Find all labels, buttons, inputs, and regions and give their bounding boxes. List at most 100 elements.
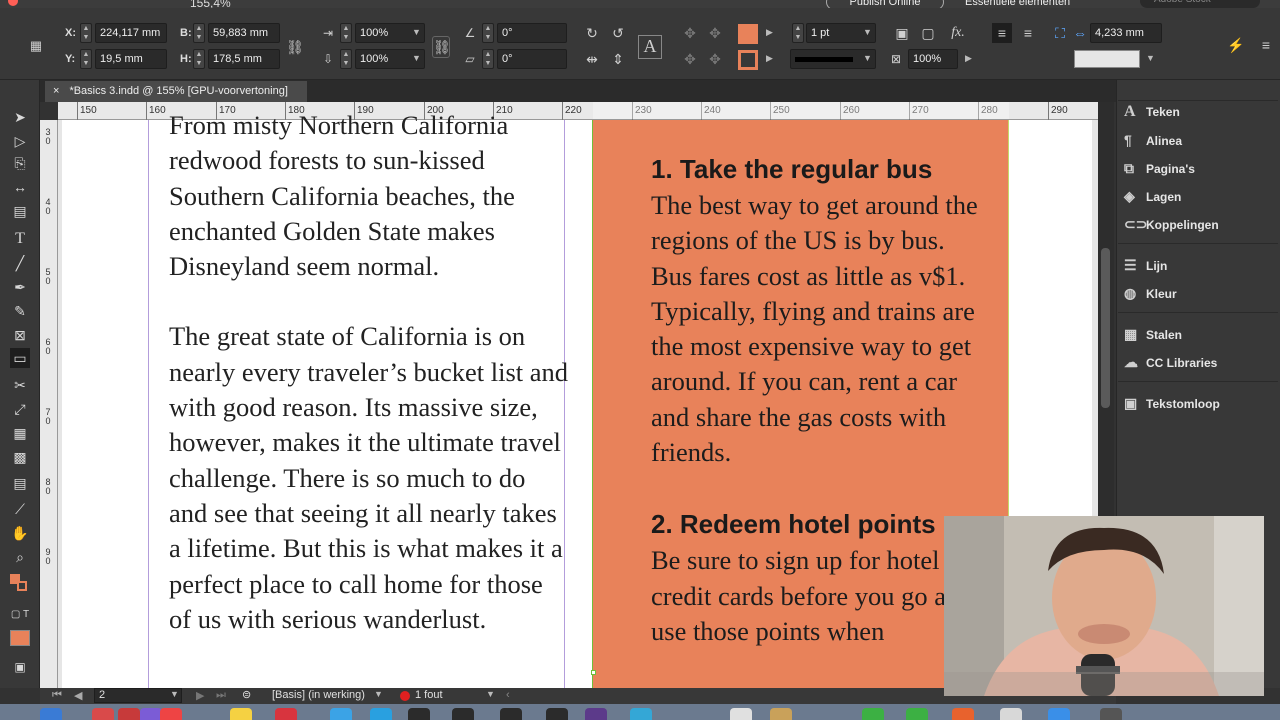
rectangle-tool-icon[interactable]: ▭ [10, 348, 30, 368]
chevron-down-icon[interactable]: ▼ [170, 689, 179, 699]
workspace-switcher[interactable]: Essentiële elementen [965, 0, 1070, 8]
effects-icon[interactable]: fx. [948, 23, 968, 43]
link-scale-icon[interactable]: ⛓ [432, 36, 451, 58]
panel-item-kleur[interactable]: ◍ Kleur [1124, 282, 1177, 304]
chevron-down-icon[interactable]: ▼ [863, 53, 872, 63]
fill-swatch[interactable] [738, 24, 758, 44]
fill-chevron-icon[interactable]: ▶ [766, 27, 773, 38]
panel-item-stalen[interactable]: ▦ Stalen [1124, 323, 1182, 345]
x-stepper[interactable]: ▲ ▼ [80, 23, 92, 43]
panel-item-lagen[interactable]: ◈ Lagen [1124, 185, 1181, 207]
width-stepper[interactable]: ▲ ▼ [193, 23, 205, 43]
height-field[interactable]: 178,5 mm [208, 49, 280, 69]
gap-field[interactable]: 4,233 mm [1090, 23, 1162, 43]
panel-item-lijn[interactable]: ☰ Lijn [1124, 254, 1167, 276]
y-stepper[interactable]: ▲ ▼ [80, 49, 92, 69]
chevron-down-icon[interactable]: ▼ [863, 27, 872, 37]
dock-app-icon[interactable] [585, 708, 607, 720]
stock-search-input[interactable]: Adobe Stock [1140, 0, 1260, 8]
stroke-proxy[interactable] [17, 581, 27, 591]
dock-app-icon[interactable] [952, 708, 974, 720]
dock-app-icon[interactable] [1000, 708, 1022, 720]
zoom-tool-icon[interactable]: ⌕ [10, 547, 30, 567]
eyedropper-tool-icon[interactable]: ⟋ [10, 499, 30, 519]
panel-menu-icon[interactable]: ≡ [1256, 35, 1276, 55]
dock-app-icon[interactable] [770, 708, 792, 720]
chevron-down-icon[interactable]: ▼ [374, 689, 383, 699]
scale-y-stepper[interactable]: ▲ ▼ [340, 49, 352, 69]
chevron-down-icon[interactable]: ▼ [412, 53, 421, 63]
panel-item-cc-libraries[interactable]: ☁ CC Libraries [1124, 351, 1217, 373]
dock-app-icon[interactable] [546, 708, 568, 720]
text-frame-icon[interactable]: A [638, 35, 662, 59]
shear-field[interactable]: 0° [497, 49, 567, 69]
gap-tool-icon[interactable]: ↔ [10, 177, 30, 197]
note-tool-icon[interactable]: ▤ [10, 473, 30, 493]
object-style-select[interactable] [1074, 50, 1140, 68]
dock-app-icon[interactable] [230, 708, 252, 720]
body-copy[interactable]: From misty Northern California redwood f… [169, 108, 569, 672]
dock-app-icon[interactable] [1100, 708, 1122, 720]
shear-stepper[interactable]: ▲ ▼ [482, 49, 494, 69]
panel-item-alinea[interactable]: ¶ Alinea [1124, 129, 1182, 151]
preflight-icon[interactable]: ⊜ [242, 688, 251, 701]
scroll-left-icon[interactable]: ‹ [506, 689, 510, 701]
dock-app-icon[interactable] [1048, 708, 1070, 720]
frame-handle[interactable] [591, 670, 596, 675]
dock-app-icon[interactable] [862, 708, 884, 720]
formatting-affects-icon[interactable]: ▢ T [10, 605, 30, 625]
hand-tool-icon[interactable]: ✋ [10, 523, 30, 543]
dock-app-icon[interactable] [40, 708, 62, 720]
line-tool-icon[interactable]: ╱ [10, 253, 30, 273]
scrollbar-thumb[interactable] [1101, 248, 1110, 408]
scale-x-stepper[interactable]: ▲ ▼ [340, 23, 352, 43]
panel-item-koppelingen[interactable]: ⊂⊃Koppelingen [1124, 213, 1219, 235]
select-previous-icon[interactable]: ✥ [680, 49, 700, 69]
close-window-button[interactable] [8, 0, 18, 6]
gradient-feather-tool-icon[interactable]: ▩ [10, 447, 30, 467]
drop-shadow-icon[interactable]: ▣ [892, 23, 912, 43]
panel-item-tekstomloop[interactable]: ▣ Tekstomloop [1124, 392, 1220, 414]
corner-options-icon[interactable]: ▢ [918, 23, 938, 43]
dock-app-icon[interactable] [92, 708, 114, 720]
dock-app-icon[interactable] [408, 708, 430, 720]
select-content-icon[interactable]: ✥ [705, 23, 725, 43]
last-page-icon[interactable]: ⏭ [216, 689, 226, 702]
stroke-chevron-icon[interactable]: ▶ [766, 53, 773, 64]
dock-app-icon[interactable] [630, 708, 652, 720]
page-number-field[interactable]: 2 [94, 688, 182, 703]
first-page-icon[interactable]: ⏮ [52, 689, 62, 702]
screen-mode-icon[interactable]: ▣ [10, 657, 30, 677]
tips-text[interactable]: 1. Take the regular bus The best way to … [651, 150, 991, 649]
opacity-chevron-icon[interactable]: ▶ [965, 53, 972, 64]
rotate-field[interactable]: 0° [497, 23, 567, 43]
dock-app-icon[interactable] [452, 708, 474, 720]
previous-page-icon[interactable]: ◀ [74, 689, 82, 702]
dock-app-icon[interactable] [906, 708, 928, 720]
chevron-down-icon[interactable]: ▼ [486, 689, 495, 699]
opacity-field[interactable]: 100% [908, 49, 958, 69]
flip-vertical-icon[interactable]: ⇕ [608, 49, 628, 69]
stroke-weight-stepper[interactable]: ▲ ▼ [792, 23, 804, 43]
width-field[interactable]: 59,883 mm [208, 23, 280, 43]
dock-app-icon[interactable] [730, 708, 752, 720]
document-tab[interactable]: × *Basics 3.indd @ 155% [GPU-voorvertonin… [45, 81, 307, 102]
page-tool-icon[interactable]: ⎘ [10, 153, 30, 173]
fill-color-chip[interactable] [738, 24, 758, 44]
rotate-clockwise-icon[interactable]: ↻ [582, 23, 602, 43]
dock-app-icon[interactable] [160, 708, 182, 720]
x-field[interactable]: 224,117 mm [95, 23, 167, 43]
gap-tool-icon[interactable]: ⇔ [1070, 23, 1090, 43]
height-stepper[interactable]: ▲ ▼ [193, 49, 205, 69]
gradient-swatch-tool-icon[interactable]: ▦ [10, 423, 30, 443]
dock-app-icon[interactable] [140, 708, 162, 720]
dock-app-icon[interactable] [370, 708, 392, 720]
scissors-tool-icon[interactable]: ✂ [10, 375, 30, 395]
dock-app-icon[interactable] [275, 708, 297, 720]
rotate-stepper[interactable]: ▲ ▼ [482, 23, 494, 43]
next-page-icon[interactable]: ▶ [196, 689, 204, 702]
direct-selection-tool-icon[interactable]: ▷ [10, 131, 30, 151]
stroke-swatch[interactable] [738, 50, 758, 70]
lightning-icon[interactable]: ⚡ [1226, 35, 1246, 55]
align-center-icon[interactable]: ≡ [1018, 23, 1038, 43]
